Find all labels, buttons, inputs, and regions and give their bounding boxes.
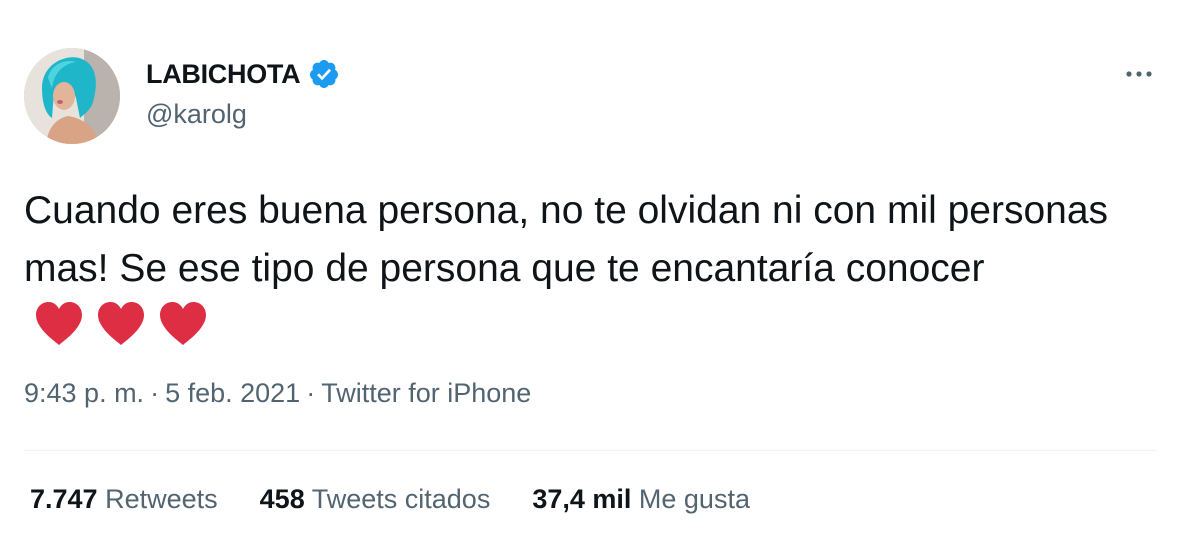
likes-count: 37,4 mil xyxy=(532,484,632,514)
retweets-label: Retweets xyxy=(105,484,218,514)
author-display-name[interactable]: LABICHOTA xyxy=(146,58,340,90)
meta-separator: · xyxy=(306,378,316,408)
tweet-time[interactable]: 9:43 p. m. xyxy=(24,378,144,408)
avatar[interactable] xyxy=(24,48,120,144)
heart-emojis xyxy=(34,301,208,347)
tweet-text: Cuando eres buena persona, no te olvidan… xyxy=(24,182,1154,356)
tweet-date[interactable]: 5 feb. 2021 xyxy=(165,378,300,408)
display-name-text: LABICHOTA xyxy=(146,58,301,89)
avatar-image xyxy=(24,48,120,144)
red-heart-icon xyxy=(36,302,82,345)
likes-stat[interactable]: 37,4 mil Me gusta xyxy=(532,484,750,515)
author-handle[interactable]: @karolg xyxy=(146,99,247,130)
meta-separator: · xyxy=(150,378,160,408)
tweet-body-text: Cuando eres buena persona, no te olvidan… xyxy=(24,189,1109,290)
quote-tweets-label: Tweets citados xyxy=(311,484,491,514)
more-horizontal-icon[interactable] xyxy=(1119,62,1159,86)
quote-tweets-count: 458 xyxy=(259,484,305,514)
likes-label: Me gusta xyxy=(638,484,750,514)
tweet-card: LABICHOTA @karolg Cuando eres buena pers… xyxy=(0,0,1182,552)
tweet-stats: 7.747 Retweets 458 Tweets citados 37,4 m… xyxy=(30,484,750,515)
retweets-count: 7.747 xyxy=(30,484,98,514)
retweets-stat[interactable]: 7.747 Retweets xyxy=(30,484,218,515)
red-heart-icon xyxy=(98,302,144,345)
quote-tweets-stat[interactable]: 458 Tweets citados xyxy=(260,484,491,515)
divider xyxy=(24,450,1156,451)
red-heart-icon xyxy=(160,302,206,345)
verified-badge-icon xyxy=(310,60,339,88)
tweet-source[interactable]: Twitter for iPhone xyxy=(321,378,531,408)
tweet-metadata: 9:43 p. m. · 5 feb. 2021 · Twitter for iPhon… xyxy=(24,378,531,409)
